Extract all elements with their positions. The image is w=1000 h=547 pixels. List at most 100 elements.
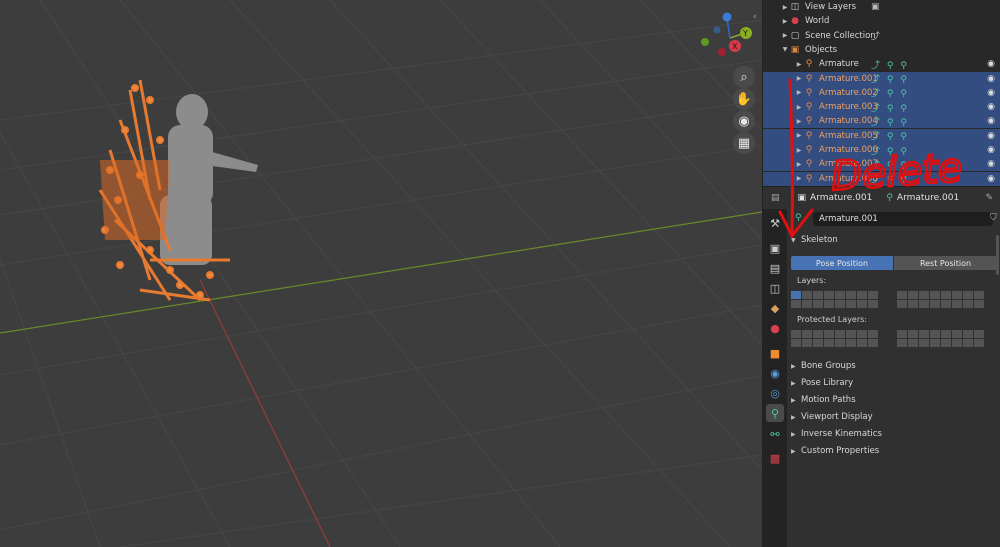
- hand-pan-icon[interactable]: ✋: [733, 88, 755, 110]
- expand-arrow-icon[interactable]: ▶: [795, 147, 803, 154]
- object-tab-icon[interactable]: ■: [766, 344, 784, 362]
- render-tab-icon[interactable]: ▣: [766, 239, 784, 257]
- outliner[interactable]: ▶ ◫ View Layers ▣ ▶ ● World ▶ ▢ Scene Collection ⤴…: [763, 0, 1000, 186]
- 3d-viewport[interactable]: Y X ⌕ ✋ ◉ ▦ ‹: [0, 0, 762, 547]
- pin-icon[interactable]: ✎: [985, 193, 993, 203]
- armature-data-icon: ⤴ ⚲ ⚲: [871, 175, 909, 186]
- properties-scrollbar[interactable]: [996, 235, 999, 275]
- expand-arrow-icon[interactable]: ▶: [795, 132, 803, 139]
- outliner-row[interactable]: ▶ ⚲ Armature.004 ⤴ ⚲ ⚲ ◉: [763, 114, 1000, 129]
- outliner-row[interactable]: ▶ ⚲ Armature.006 ⤴ ⚲ ⚲ ◉: [763, 143, 1000, 157]
- character-mesh: [160, 94, 258, 265]
- tool-tab-icon[interactable]: ⚒: [766, 214, 784, 232]
- panel-label: Pose Library: [801, 378, 854, 388]
- outliner-row[interactable]: ▶ ⚲ Armature.003 ⤴ ⚲ ⚲ ◉: [763, 100, 1000, 115]
- expand-arrow-icon[interactable]: ▶: [795, 75, 803, 82]
- rest-position-button[interactable]: Rest Position: [894, 256, 997, 270]
- armature-data-icon: ⚲: [886, 193, 893, 203]
- outliner-row-label: Armature.005: [819, 130, 878, 141]
- protected-layers-grid-left[interactable]: [791, 330, 878, 347]
- expand-arrow-icon[interactable]: ▶: [781, 18, 789, 25]
- object-icon: ▣: [797, 193, 807, 203]
- outliner-row[interactable]: ▼ ▣ Objects: [763, 43, 1000, 57]
- view-layer-tab-icon[interactable]: ◫: [766, 279, 784, 297]
- world-icon: ●: [791, 16, 799, 27]
- outliner-row[interactable]: ▶ ◫ View Layers ▣: [763, 0, 1000, 14]
- protected-layers-grid-right[interactable]: [897, 330, 984, 347]
- expand-arrow-icon[interactable]: ▶: [781, 32, 789, 39]
- visibility-eye-icon[interactable]: ◉: [987, 116, 995, 126]
- outliner-row[interactable]: ▶ ● World: [763, 14, 1000, 28]
- outliner-row[interactable]: ▶ ⚲ Armature.007 ⤴ ⚲ ⚲ ◉: [763, 157, 1000, 172]
- outliner-row[interactable]: ▶ ⚲ Armature.005 ⤴ ⚲ ⚲ ◉: [763, 128, 1000, 143]
- view-layer-toggle-icon[interactable]: ▣: [871, 2, 880, 12]
- armature-data-icon: ⤴ ⚲ ⚲: [871, 103, 909, 114]
- visibility-eye-icon[interactable]: ◉: [987, 159, 995, 169]
- armature-data-icon: ⤴ ⚲ ⚲: [871, 75, 909, 85]
- layers-grid-left[interactable]: [791, 291, 878, 308]
- properties-tabs: ⚒ ▣ ▤ ◫ ◆ ● ■ ◉ ◎ ⚲ ⚯ ▩: [763, 209, 787, 547]
- gizmo-y-label: Y: [742, 29, 748, 38]
- visibility-eye-icon[interactable]: ◉: [987, 131, 995, 141]
- visibility-eye-icon[interactable]: ◉: [987, 88, 995, 98]
- bone-tab-icon[interactable]: ⚯: [766, 425, 784, 443]
- zoom-icon[interactable]: ⌕: [733, 66, 755, 88]
- visibility-eye-icon[interactable]: ◉: [987, 102, 995, 112]
- world-tab-icon[interactable]: ●: [766, 319, 784, 337]
- expand-arrow-icon[interactable]: ▶: [795, 104, 803, 111]
- layers-label: Layers:: [797, 276, 827, 285]
- panel-header[interactable]: ▶ Motion Paths: [791, 395, 856, 405]
- panel-header[interactable]: ▶ Bone Groups: [791, 361, 856, 371]
- properties-editor-icon[interactable]: ▤: [771, 193, 780, 203]
- panel-header[interactable]: ▶ Custom Properties: [791, 446, 879, 456]
- outliner-row[interactable]: ▶ ⚲ Armature.008 ⤴ ⚲ ⚲ ◉: [763, 171, 1000, 186]
- skeleton-label: Skeleton: [801, 235, 838, 245]
- camera-view-icon[interactable]: ◉: [733, 110, 755, 132]
- panel-expand-icon: ▶: [791, 380, 796, 387]
- scene-tab-icon[interactable]: ◆: [766, 299, 784, 317]
- layers-grid-right[interactable]: [897, 291, 984, 308]
- armature-icon: ⚲: [805, 159, 813, 170]
- panel-expand-icon: ▶: [791, 397, 796, 404]
- modifier-tab-icon[interactable]: ◉: [766, 364, 784, 382]
- panel-header[interactable]: ▶ Pose Library: [791, 378, 853, 388]
- skeleton-panel-header[interactable]: ▼ Skeleton: [791, 235, 838, 245]
- armature-name-field[interactable]: Armature.001: [813, 212, 993, 226]
- viewport-grid: Y X: [0, 0, 762, 547]
- visibility-eye-icon[interactable]: ◉: [987, 145, 995, 155]
- visibility-eye-icon[interactable]: ◉: [987, 59, 995, 69]
- physics-tab-icon[interactable]: ◎: [766, 384, 784, 402]
- visibility-eye-icon[interactable]: ◉: [987, 74, 995, 84]
- visibility-eye-icon[interactable]: ◉: [987, 174, 995, 184]
- panel-expand-icon: ▶: [791, 363, 796, 370]
- expand-arrow-icon[interactable]: ▶: [795, 61, 803, 68]
- view-layer-icon: ◫: [790, 2, 800, 12]
- outliner-row-label: Armature.007: [819, 159, 878, 170]
- outliner-row[interactable]: ▶ ⚲ Armature ⤴ ⚲ ⚲ ◉: [763, 57, 1000, 71]
- expand-arrow-icon[interactable]: ▶: [795, 89, 803, 96]
- panel-header[interactable]: ▶ Inverse Kinematics: [791, 429, 882, 439]
- outliner-row[interactable]: ▶ ⚲ Armature.002 ⤴ ⚲ ⚲ ◉: [763, 85, 1000, 100]
- armature-data-tab-icon[interactable]: ⚲: [766, 404, 784, 422]
- expand-arrow-icon[interactable]: ▶: [795, 161, 803, 168]
- grid-toggle-icon[interactable]: ▦: [733, 132, 755, 154]
- expand-arrow-icon[interactable]: ▶: [795, 118, 803, 125]
- collection-exclude-icon[interactable]: ⤴: [871, 29, 880, 42]
- fake-user-shield-icon[interactable]: ⛉: [990, 213, 997, 223]
- armature-icon: ⚲: [805, 130, 813, 141]
- objects-folder-icon: ▣: [790, 44, 800, 55]
- panel-label: Inverse Kinematics: [801, 429, 882, 439]
- panel-header[interactable]: ▶ Viewport Display: [791, 412, 873, 422]
- output-tab-icon[interactable]: ▤: [766, 259, 784, 277]
- expand-arrow-icon[interactable]: ▶: [795, 175, 803, 182]
- outliner-row[interactable]: ▶ ⚲ Armature.001 ⤴ ⚲ ⚲ ◉: [763, 71, 1000, 86]
- panel-expand-icon: ▶: [791, 448, 796, 455]
- armature-icon: ⚲: [805, 59, 813, 70]
- texture-tab-icon[interactable]: ▩: [766, 449, 784, 467]
- expand-arrow-icon[interactable]: ▼: [781, 46, 789, 53]
- armature-data-icon: ⤴ ⚲ ⚲: [871, 160, 909, 171]
- pose-position-button[interactable]: Pose Position: [791, 256, 893, 270]
- outliner-row-label: Scene Collection: [805, 30, 876, 41]
- outliner-row[interactable]: ▶ ▢ Scene Collection ⤴: [763, 29, 1000, 43]
- expand-arrow-icon[interactable]: ▶: [781, 4, 789, 11]
